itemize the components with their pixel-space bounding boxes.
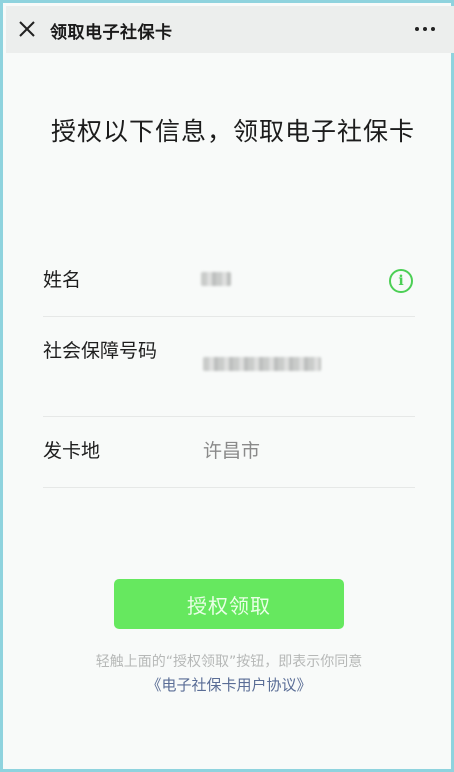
redacted-ssn-value: [203, 357, 321, 371]
more-icon-dot: [423, 27, 427, 31]
field-value-issuing-place: 许昌市: [203, 440, 261, 462]
field-label-name: 姓名: [43, 269, 82, 291]
field-label-text: 社会保障号码: [43, 340, 158, 362]
title-bar: 领取电子社保卡: [6, 6, 454, 53]
more-icon: [415, 27, 419, 31]
more-icon-dot: [431, 27, 435, 31]
authorize-claim-button[interactable]: 授权领取: [114, 579, 344, 629]
authorization-heading: 授权以下信息，领取电子社保卡: [50, 117, 415, 146]
consent-note: 轻触上面的“授权领取”按钮，即表示你同意: [95, 654, 363, 670]
close-icon: [19, 21, 35, 37]
redacted-name-value: [201, 272, 231, 286]
close-button[interactable]: [15, 17, 39, 41]
field-name: 姓名 i: [43, 246, 415, 317]
field-label-social-security-number: 社会保障号码: [43, 337, 161, 365]
field-issuing-place: 发卡地 许昌市: [43, 417, 415, 488]
user-agreement-link[interactable]: 《电子社保卡用户协议》: [43, 674, 415, 695]
info-icon[interactable]: i: [389, 269, 413, 293]
field-social-security-number: 社会保障号码: [43, 317, 415, 417]
more-button[interactable]: [410, 17, 440, 41]
page-frame: 领取电子社保卡 授权以下信息，领取电子社保卡 姓名 i 社会保障号码 发卡地 许…: [0, 0, 454, 772]
page-title: 领取电子社保卡: [50, 23, 173, 43]
field-label-issuing-place: 发卡地: [43, 440, 101, 462]
